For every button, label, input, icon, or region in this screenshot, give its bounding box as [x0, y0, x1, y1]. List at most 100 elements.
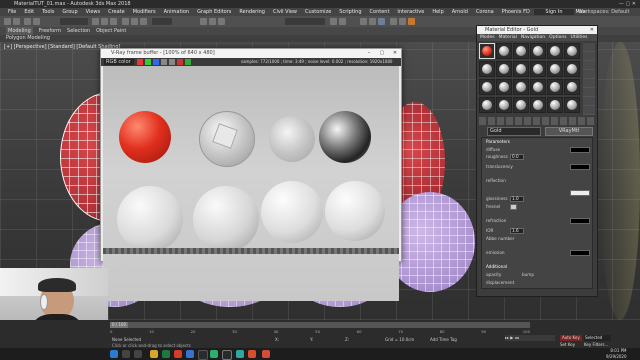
- sample-slot[interactable]: [564, 97, 580, 113]
- sample-slot[interactable]: [564, 79, 580, 95]
- sample-slot[interactable]: [547, 61, 563, 77]
- time-slider[interactable]: 0 / 100: [110, 322, 530, 328]
- menu-navigation[interactable]: Navigation: [521, 34, 545, 41]
- sample-slot[interactable]: [530, 61, 546, 77]
- chrome-icon[interactable]: [174, 350, 182, 358]
- search-icon[interactable]: [122, 350, 130, 358]
- maximize-icon[interactable]: ▢: [376, 49, 388, 58]
- blue-channel-icon[interactable]: [153, 59, 159, 65]
- close-icon[interactable]: ✕: [590, 26, 594, 34]
- task-view-icon[interactable]: [134, 350, 142, 358]
- sample-slot[interactable]: [479, 43, 495, 59]
- clock[interactable]: 8:01 PM 9/29/2020: [606, 348, 627, 360]
- vray-icon[interactable]: [248, 350, 256, 358]
- menu-arnold[interactable]: Arnold: [452, 8, 468, 16]
- move-icon[interactable]: [122, 18, 129, 25]
- menu-content[interactable]: Content: [370, 8, 390, 16]
- set-key-button[interactable]: Set Key: [560, 342, 575, 347]
- key-mode-dropdown[interactable]: Selected: [584, 335, 611, 341]
- app-icon[interactable]: [198, 350, 208, 360]
- rollout-parameters-header[interactable]: Parameters: [486, 139, 510, 144]
- menu-utilities[interactable]: Utilities: [571, 34, 588, 41]
- tab-freeform[interactable]: Freeform: [39, 27, 61, 35]
- sample-slot[interactable]: [479, 97, 495, 113]
- time-slider-frame[interactable]: 0 / 100: [110, 322, 128, 328]
- ribbon-polygon-modeling[interactable]: Polygon Modeling: [6, 35, 50, 41]
- menu-file[interactable]: File: [8, 8, 16, 16]
- tab-modeling[interactable]: Modeling: [6, 27, 33, 35]
- red-channel-icon[interactable]: [137, 59, 143, 65]
- key-filters-button[interactable]: Key Filters...: [584, 342, 608, 347]
- 3dsmax-icon[interactable]: [236, 350, 244, 358]
- menu-scripting[interactable]: Scripting: [339, 8, 361, 16]
- refraction-color-swatch[interactable]: [570, 218, 590, 224]
- curve-editor-icon[interactable]: [360, 18, 367, 25]
- align-icon[interactable]: [339, 18, 346, 25]
- material-toolbar[interactable]: [479, 117, 595, 125]
- windows-start-icon[interactable]: [110, 350, 118, 358]
- mirror-icon[interactable]: [330, 18, 337, 25]
- selection-filter-dropdown[interactable]: [60, 18, 88, 25]
- sample-slot[interactable]: [513, 43, 529, 59]
- timeline-ruler[interactable]: 0 10 20 30 40 50 60 70 80 90 100: [110, 329, 530, 335]
- menu-help[interactable]: Help: [432, 8, 443, 16]
- sample-slot[interactable]: [564, 61, 580, 77]
- app-icon[interactable]: [186, 350, 194, 358]
- menu-modifiers[interactable]: Modifiers: [133, 8, 156, 16]
- sample-side-toolbar[interactable]: [583, 43, 595, 115]
- stop-render-icon[interactable]: [177, 59, 183, 65]
- sample-slot[interactable]: [496, 79, 512, 95]
- menu-tools[interactable]: Tools: [42, 8, 54, 16]
- menu-customize[interactable]: Customize: [305, 8, 331, 16]
- sample-slot[interactable]: [530, 43, 546, 59]
- add-time-tag[interactable]: Add Time Tag: [430, 337, 457, 342]
- rect-select-icon[interactable]: [110, 18, 117, 25]
- menu-group[interactable]: Group: [62, 8, 77, 16]
- sign-in-button[interactable]: Sign In: [534, 9, 574, 15]
- reference-coord-dropdown[interactable]: [152, 18, 172, 25]
- render-start-icon[interactable]: [185, 59, 191, 65]
- sample-slot[interactable]: [479, 61, 495, 77]
- app-icon[interactable]: [262, 350, 270, 358]
- percent-snap-icon[interactable]: [218, 18, 225, 25]
- app-icon[interactable]: [162, 350, 170, 358]
- menu-modes[interactable]: Modes: [480, 34, 495, 41]
- rotate-icon[interactable]: [131, 18, 138, 25]
- tab-object-paint[interactable]: Object Paint: [96, 27, 126, 35]
- translucency-color-swatch[interactable]: [570, 164, 590, 170]
- sample-slot[interactable]: [496, 61, 512, 77]
- sample-slot[interactable]: [530, 97, 546, 113]
- menu-material[interactable]: Material: [499, 34, 517, 41]
- render-setup-icon[interactable]: [390, 18, 397, 25]
- channel-dropdown[interactable]: RGB color: [104, 59, 134, 65]
- snap-icon[interactable]: [200, 18, 207, 25]
- unlink-icon[interactable]: [33, 18, 40, 25]
- menu-create[interactable]: Create: [108, 8, 125, 16]
- menu-edit[interactable]: Edit: [24, 8, 34, 16]
- select-by-name-icon[interactable]: [101, 18, 108, 25]
- app-icon[interactable]: [222, 350, 232, 360]
- menu-corona[interactable]: Corona: [476, 8, 494, 16]
- reflection-color-swatch[interactable]: [570, 190, 590, 196]
- material-name-field[interactable]: Gold: [487, 127, 541, 136]
- undo-icon[interactable]: [4, 18, 11, 25]
- fresnel-checkbox[interactable]: [510, 204, 517, 210]
- tab-selection[interactable]: Selection: [67, 27, 90, 35]
- menu-views[interactable]: Views: [86, 8, 100, 16]
- playback-controls[interactable]: ▸▸ ▶ ◂◂: [505, 335, 555, 341]
- file-explorer-icon[interactable]: [150, 350, 158, 358]
- render-frame-icon[interactable]: [399, 18, 406, 25]
- sample-slot[interactable]: [513, 97, 529, 113]
- sample-slot[interactable]: [547, 43, 563, 59]
- minimize-icon[interactable]: –: [363, 49, 375, 58]
- auto-key-button[interactable]: Auto Key: [560, 335, 582, 341]
- schematic-view-icon[interactable]: [369, 18, 376, 25]
- sample-slot[interactable]: [547, 79, 563, 95]
- redo-icon[interactable]: [13, 18, 20, 25]
- sample-slot[interactable]: [564, 43, 580, 59]
- rendered-image[interactable]: [103, 66, 399, 301]
- menu-animation[interactable]: Animation: [164, 8, 190, 16]
- menu-interactive[interactable]: Interactive: [397, 8, 424, 16]
- scale-icon[interactable]: [140, 18, 147, 25]
- workspace-selector[interactable]: Workspaces: Default: [578, 8, 629, 16]
